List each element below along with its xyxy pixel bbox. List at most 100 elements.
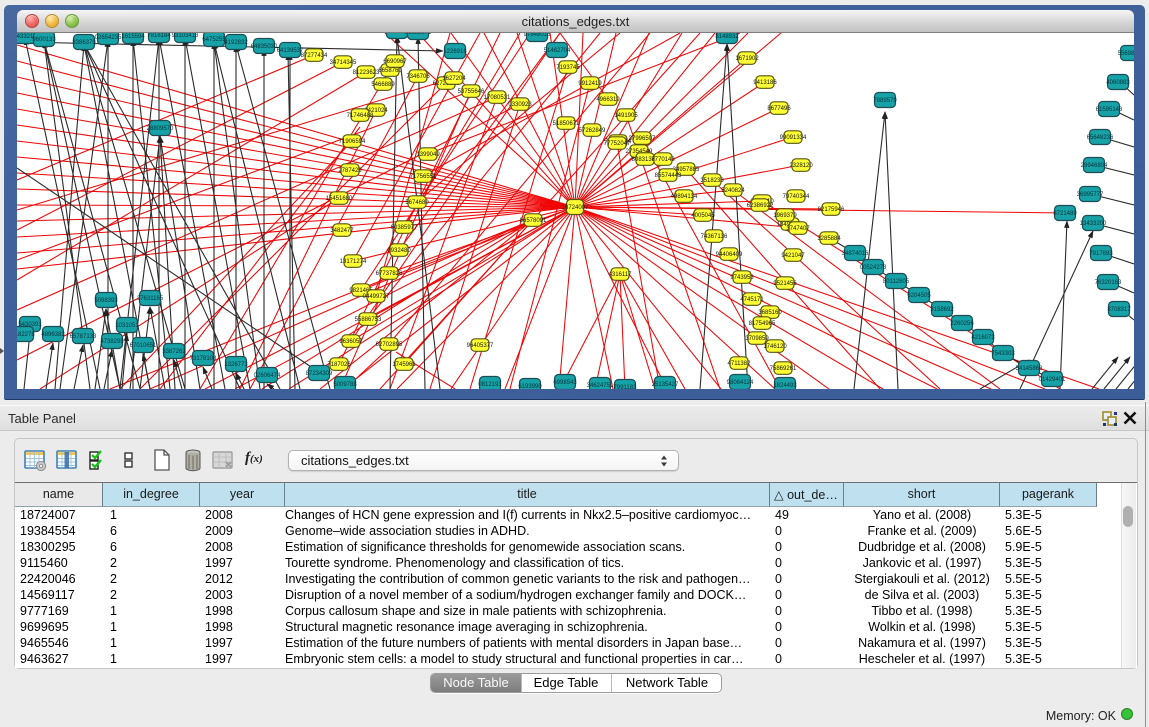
svg-text:98084124: 98084124: [727, 380, 754, 386]
svg-text:28809570: 28809570: [147, 126, 174, 132]
svg-text:87277434: 87277434: [301, 53, 328, 59]
svg-text:29946804: 29946804: [1081, 163, 1108, 169]
svg-text:9600133: 9600133: [32, 37, 56, 43]
svg-text:1627204: 1627204: [442, 76, 466, 82]
svg-text:57262849: 57262849: [579, 128, 606, 134]
svg-text:5674680: 5674680: [405, 200, 429, 206]
svg-text:1746120: 1746120: [763, 344, 787, 350]
svg-text:02606474: 02606474: [254, 373, 281, 379]
svg-text:13171274: 13171274: [340, 259, 367, 265]
svg-text:9743953: 9743953: [730, 275, 754, 281]
svg-text:7917693: 7917693: [1089, 251, 1113, 257]
svg-text:3158692: 3158692: [930, 307, 954, 313]
svg-text:4192832: 4192832: [224, 40, 248, 46]
svg-text:9413186: 9413186: [753, 80, 777, 86]
svg-text:51850671: 51850671: [553, 121, 580, 127]
svg-text:8148932: 8148932: [715, 34, 739, 40]
svg-text:8721489: 8721489: [1053, 211, 1077, 217]
svg-text:62386922: 62386922: [747, 203, 774, 209]
svg-text:36995777: 36995777: [1077, 192, 1104, 198]
svg-text:7770143: 7770143: [651, 157, 675, 163]
svg-text:1671902: 1671902: [735, 56, 759, 62]
svg-text:5098393: 5098393: [94, 298, 118, 304]
svg-text:4060883: 4060883: [1106, 80, 1130, 86]
svg-text:65787133: 65787133: [70, 334, 97, 340]
svg-text:82175946: 82175946: [818, 207, 845, 213]
svg-text:18724007: 18724007: [562, 205, 589, 211]
svg-text:76320163: 76320163: [1095, 280, 1122, 286]
svg-text:86578091: 86578091: [520, 218, 547, 224]
svg-text:00524278: 00524278: [860, 265, 887, 271]
svg-text:3747407: 3747407: [786, 226, 810, 232]
svg-text:8708317: 8708317: [1107, 307, 1131, 313]
svg-text:37996507: 37996507: [629, 136, 656, 142]
svg-text:0932480: 0932480: [387, 248, 411, 254]
svg-text:13433200: 13433200: [1080, 221, 1107, 227]
svg-text:34714345: 34714345: [330, 60, 357, 66]
svg-text:51462704: 51462704: [544, 48, 571, 54]
svg-text:0812191: 0812191: [478, 382, 502, 388]
svg-text:49894134: 49894134: [671, 194, 698, 200]
svg-text:7193745: 7193745: [556, 65, 580, 71]
svg-text:4745171: 4745171: [740, 297, 764, 303]
svg-text:02654235: 02654235: [95, 35, 122, 41]
svg-text:0330923: 0330923: [508, 102, 532, 108]
svg-text:7346706: 7346706: [406, 74, 430, 80]
svg-text:17080531: 17080531: [484, 95, 511, 101]
svg-text:4738299: 4738299: [100, 339, 124, 345]
svg-text:9421047: 9421047: [781, 253, 805, 259]
svg-text:60385977: 60385977: [391, 225, 418, 231]
svg-text:4966319: 4966319: [596, 97, 620, 103]
svg-text:7543303: 7543303: [991, 351, 1015, 357]
svg-text:3285884: 3285884: [817, 236, 841, 242]
svg-text:4216073: 4216073: [971, 335, 995, 341]
svg-text:62702895: 62702895: [376, 342, 403, 348]
svg-text:64835030: 64835030: [251, 44, 278, 50]
svg-text:4896383: 4896383: [41, 332, 65, 338]
svg-text:9912419: 9912419: [578, 81, 602, 87]
svg-text:15451680: 15451680: [326, 196, 353, 202]
svg-text:85574443: 85574443: [655, 173, 682, 179]
svg-text:94406409: 94406409: [716, 252, 743, 258]
svg-text:81754965: 81754965: [749, 321, 776, 327]
svg-text:4316117: 4316117: [609, 272, 633, 278]
svg-text:93103413: 93103413: [172, 33, 199, 39]
svg-text:8386379: 8386379: [72, 40, 96, 46]
svg-text:6204505: 6204505: [907, 293, 931, 299]
svg-text:1615594: 1615594: [121, 34, 145, 40]
svg-text:55698169: 55698169: [1118, 51, 1134, 57]
svg-text:04499727: 04499727: [363, 294, 390, 300]
svg-text:67737826: 67737826: [376, 271, 403, 277]
svg-text:99091334: 99091334: [780, 135, 807, 141]
svg-text:7889579: 7889579: [873, 98, 897, 104]
svg-text:1745961: 1745961: [392, 362, 416, 368]
svg-text:54145868: 54145868: [1016, 366, 1043, 372]
svg-text:80112805: 80112805: [883, 279, 910, 285]
svg-text:71756551: 71756551: [410, 174, 437, 180]
svg-text:5009788: 5009788: [333, 382, 357, 388]
svg-text:9521456: 9521456: [773, 281, 797, 287]
svg-text:3482477: 3482477: [330, 228, 354, 234]
svg-text:7182278: 7182278: [17, 332, 35, 338]
svg-text:3387262: 3387262: [162, 349, 186, 355]
svg-text:5240824: 5240824: [721, 188, 745, 194]
svg-text:61595148: 61595148: [1096, 107, 1123, 113]
svg-text:53755646: 53755646: [458, 89, 485, 95]
svg-text:81223623: 81223623: [353, 70, 380, 76]
svg-text:87234309: 87234309: [306, 371, 333, 377]
svg-text:3518233: 3518233: [700, 178, 724, 184]
svg-text:74367136: 74367136: [701, 234, 728, 240]
svg-text:6690967: 6690967: [383, 59, 407, 65]
svg-text:1326773: 1326773: [224, 362, 248, 368]
svg-text:7816184: 7816184: [147, 33, 171, 39]
svg-text:96532871: 96532871: [405, 33, 432, 36]
svg-text:7991183: 7991183: [614, 385, 638, 389]
svg-text:6998543: 6998543: [553, 380, 577, 386]
svg-text:25135427: 25135427: [652, 382, 679, 388]
svg-text:6658760: 6658760: [378, 68, 402, 74]
svg-text:1399049: 1399049: [416, 152, 440, 158]
svg-text:1824493: 1824493: [773, 383, 797, 389]
svg-text:34624751: 34624751: [587, 383, 614, 389]
svg-text:67010651: 67010651: [130, 343, 157, 349]
svg-text:01429401: 01429401: [1039, 377, 1066, 383]
